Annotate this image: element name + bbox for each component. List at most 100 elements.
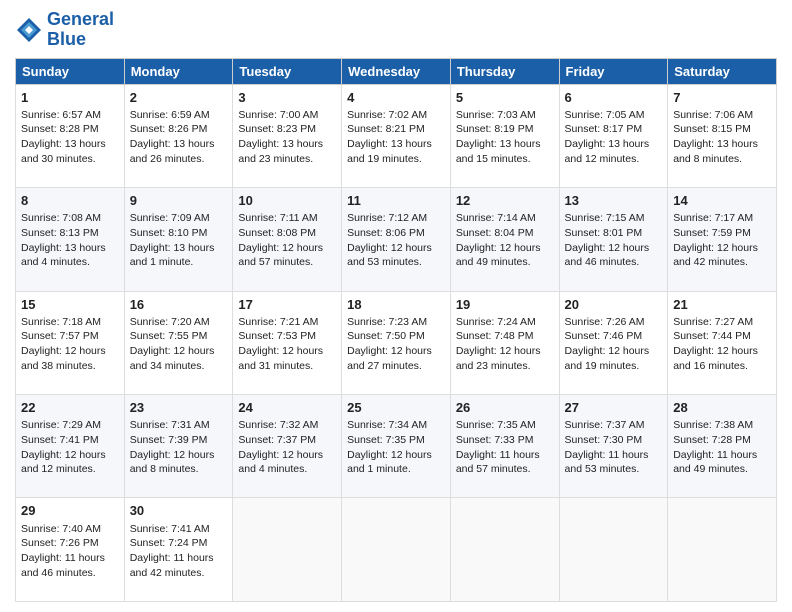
calendar-cell [559, 498, 668, 602]
calendar-cell: 6Sunrise: 7:05 AMSunset: 8:17 PMDaylight… [559, 84, 668, 187]
calendar-cell: 16Sunrise: 7:20 AMSunset: 7:55 PMDayligh… [124, 291, 233, 394]
calendar-cell: 30Sunrise: 7:41 AMSunset: 7:24 PMDayligh… [124, 498, 233, 602]
calendar-cell: 17Sunrise: 7:21 AMSunset: 7:53 PMDayligh… [233, 291, 342, 394]
calendar-cell: 9Sunrise: 7:09 AMSunset: 8:10 PMDaylight… [124, 188, 233, 291]
day-number: 19 [456, 296, 554, 314]
day-info: Daylight: 13 hours and 15 minutes. [456, 137, 554, 166]
day-number: 30 [130, 502, 228, 520]
day-number: 1 [21, 89, 119, 107]
day-info: Sunrise: 7:20 AM [130, 315, 228, 330]
day-number: 25 [347, 399, 445, 417]
day-number: 4 [347, 89, 445, 107]
day-number: 17 [238, 296, 336, 314]
day-info: Daylight: 12 hours and 12 minutes. [21, 448, 119, 477]
logo-blue: Blue [47, 29, 86, 49]
day-info: Sunrise: 7:21 AM [238, 315, 336, 330]
day-info: Sunrise: 7:11 AM [238, 211, 336, 226]
day-info: Sunset: 8:28 PM [21, 122, 119, 137]
day-info: Sunrise: 7:00 AM [238, 108, 336, 123]
day-info: Daylight: 13 hours and 26 minutes. [130, 137, 228, 166]
logo-icon [15, 16, 43, 44]
calendar-cell: 13Sunrise: 7:15 AMSunset: 8:01 PMDayligh… [559, 188, 668, 291]
day-info: Sunset: 7:46 PM [565, 329, 663, 344]
day-info: Sunset: 7:37 PM [238, 433, 336, 448]
day-info: Sunset: 8:17 PM [565, 122, 663, 137]
calendar-cell: 12Sunrise: 7:14 AMSunset: 8:04 PMDayligh… [450, 188, 559, 291]
day-info: Daylight: 11 hours and 42 minutes. [130, 551, 228, 580]
day-number: 12 [456, 192, 554, 210]
calendar-cell [342, 498, 451, 602]
day-number: 7 [673, 89, 771, 107]
calendar-cell: 8Sunrise: 7:08 AMSunset: 8:13 PMDaylight… [16, 188, 125, 291]
day-info: Sunset: 7:28 PM [673, 433, 771, 448]
calendar-cell: 1Sunrise: 6:57 AMSunset: 8:28 PMDaylight… [16, 84, 125, 187]
day-info: Daylight: 12 hours and 49 minutes. [456, 241, 554, 270]
day-info: Sunset: 8:26 PM [130, 122, 228, 137]
col-tuesday: Tuesday [233, 58, 342, 84]
day-info: Daylight: 13 hours and 12 minutes. [565, 137, 663, 166]
day-info: Sunset: 7:53 PM [238, 329, 336, 344]
day-info: Sunset: 7:55 PM [130, 329, 228, 344]
day-info: Sunset: 8:01 PM [565, 226, 663, 241]
calendar-week-2: 8Sunrise: 7:08 AMSunset: 8:13 PMDaylight… [16, 188, 777, 291]
day-info: Daylight: 13 hours and 23 minutes. [238, 137, 336, 166]
calendar-week-3: 15Sunrise: 7:18 AMSunset: 7:57 PMDayligh… [16, 291, 777, 394]
day-info: Sunrise: 6:57 AM [21, 108, 119, 123]
calendar-cell: 7Sunrise: 7:06 AMSunset: 8:15 PMDaylight… [668, 84, 777, 187]
header-row: Sunday Monday Tuesday Wednesday Thursday… [16, 58, 777, 84]
day-info: Sunrise: 7:12 AM [347, 211, 445, 226]
day-info: Sunset: 7:48 PM [456, 329, 554, 344]
day-number: 3 [238, 89, 336, 107]
day-info: Daylight: 12 hours and 42 minutes. [673, 241, 771, 270]
day-info: Sunset: 8:06 PM [347, 226, 445, 241]
logo-general: General [47, 9, 114, 29]
day-number: 29 [21, 502, 119, 520]
day-number: 9 [130, 192, 228, 210]
day-info: Daylight: 12 hours and 38 minutes. [21, 344, 119, 373]
calendar-cell [668, 498, 777, 602]
day-info: Daylight: 12 hours and 57 minutes. [238, 241, 336, 270]
col-wednesday: Wednesday [342, 58, 451, 84]
day-info: Daylight: 12 hours and 27 minutes. [347, 344, 445, 373]
day-info: Daylight: 12 hours and 16 minutes. [673, 344, 771, 373]
day-number: 24 [238, 399, 336, 417]
calendar-cell: 28Sunrise: 7:38 AMSunset: 7:28 PMDayligh… [668, 395, 777, 498]
day-info: Sunset: 7:59 PM [673, 226, 771, 241]
col-thursday: Thursday [450, 58, 559, 84]
day-info: Sunrise: 7:24 AM [456, 315, 554, 330]
day-info: Sunrise: 7:23 AM [347, 315, 445, 330]
day-info: Sunset: 7:50 PM [347, 329, 445, 344]
day-info: Daylight: 13 hours and 8 minutes. [673, 137, 771, 166]
calendar-cell: 2Sunrise: 6:59 AMSunset: 8:26 PMDaylight… [124, 84, 233, 187]
day-info: Daylight: 13 hours and 4 minutes. [21, 241, 119, 270]
calendar-cell: 3Sunrise: 7:00 AMSunset: 8:23 PMDaylight… [233, 84, 342, 187]
day-number: 22 [21, 399, 119, 417]
calendar-cell: 22Sunrise: 7:29 AMSunset: 7:41 PMDayligh… [16, 395, 125, 498]
day-number: 20 [565, 296, 663, 314]
calendar-body: 1Sunrise: 6:57 AMSunset: 8:28 PMDaylight… [16, 84, 777, 601]
day-info: Sunrise: 7:41 AM [130, 522, 228, 537]
day-info: Sunrise: 6:59 AM [130, 108, 228, 123]
calendar-cell: 5Sunrise: 7:03 AMSunset: 8:19 PMDaylight… [450, 84, 559, 187]
day-info: Sunrise: 7:08 AM [21, 211, 119, 226]
logo: General Blue [15, 10, 114, 50]
day-number: 2 [130, 89, 228, 107]
day-info: Sunrise: 7:17 AM [673, 211, 771, 226]
day-info: Sunset: 8:04 PM [456, 226, 554, 241]
day-info: Daylight: 12 hours and 19 minutes. [565, 344, 663, 373]
calendar-cell: 10Sunrise: 7:11 AMSunset: 8:08 PMDayligh… [233, 188, 342, 291]
calendar-week-1: 1Sunrise: 6:57 AMSunset: 8:28 PMDaylight… [16, 84, 777, 187]
calendar-cell: 26Sunrise: 7:35 AMSunset: 7:33 PMDayligh… [450, 395, 559, 498]
day-number: 27 [565, 399, 663, 417]
calendar-cell: 27Sunrise: 7:37 AMSunset: 7:30 PMDayligh… [559, 395, 668, 498]
calendar-cell: 18Sunrise: 7:23 AMSunset: 7:50 PMDayligh… [342, 291, 451, 394]
day-info: Sunrise: 7:38 AM [673, 418, 771, 433]
day-info: Daylight: 12 hours and 34 minutes. [130, 344, 228, 373]
day-info: Sunrise: 7:15 AM [565, 211, 663, 226]
day-info: Sunset: 8:10 PM [130, 226, 228, 241]
day-info: Daylight: 12 hours and 53 minutes. [347, 241, 445, 270]
day-info: Sunset: 7:26 PM [21, 536, 119, 551]
calendar-cell: 25Sunrise: 7:34 AMSunset: 7:35 PMDayligh… [342, 395, 451, 498]
day-info: Sunrise: 7:18 AM [21, 315, 119, 330]
day-info: Daylight: 13 hours and 30 minutes. [21, 137, 119, 166]
